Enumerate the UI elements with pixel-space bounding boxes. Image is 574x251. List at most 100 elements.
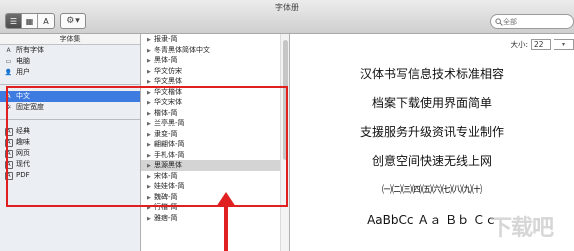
font-family-row[interactable]: ▶ 兰亭黑-简 <box>141 118 289 129</box>
collections-sidebar: 字体集 A 所有字体 ▭ 电脑 👤 用户 A 中文 ✲ 固定宽度 A 经典 A <box>0 34 141 251</box>
font-book-window: 字体册 ☰ ▦ A ⚙ ▾ 字体集 A 所有字体 ▭ 电脑 👤 <box>0 0 574 251</box>
collection-chinese[interactable]: A 中文 <box>0 91 140 102</box>
collection-web[interactable]: A 网页 <box>0 148 140 159</box>
font-family-row[interactable]: ▶ 报隶-简 <box>141 34 289 45</box>
font-family-label: 手札体-简 <box>154 150 185 159</box>
search-icon <box>495 17 503 26</box>
font-family-row[interactable]: ▶ 思源黑体 <box>141 160 289 171</box>
disclosure-triangle-icon[interactable]: ▶ <box>147 203 154 213</box>
size-control: 大小: 22 ▾ <box>510 39 574 50</box>
computer-icon: ▭ <box>5 58 12 65</box>
search-input[interactable] <box>503 17 563 26</box>
font-family-label: 黑体-简 <box>154 56 178 64</box>
font-family-row[interactable]: ▶ 手札体-简 <box>141 150 289 161</box>
preview-line: 支援服务升级资讯专业制作 <box>359 125 504 139</box>
disclosure-triangle-icon[interactable]: ▶ <box>147 214 154 224</box>
font-family-label: 兰亭黑-简 <box>154 119 185 127</box>
font-family-row[interactable]: ▶ 宋体-简 <box>141 171 289 182</box>
font-family-label: 华文宋体 <box>154 98 182 106</box>
disclosure-triangle-icon[interactable]: ▶ <box>147 77 154 87</box>
font-family-row[interactable]: ▶ 翩翩体-简 <box>141 139 289 150</box>
font-family-label: 思源黑体 <box>154 161 182 169</box>
collection-classic[interactable]: A 经典 <box>0 126 140 137</box>
font-family-row[interactable]: ▶ 华文黑体 <box>141 76 289 87</box>
watermark: 下载吧 <box>490 216 554 241</box>
disclosure-triangle-icon[interactable]: ▶ <box>147 67 154 77</box>
font-collection-icon: A <box>4 138 13 147</box>
collection-modern[interactable]: A 现代 <box>0 159 140 170</box>
font-family-row[interactable]: ▶ 冬青黑体简体中文 <box>141 45 289 56</box>
disclosure-triangle-icon[interactable]: ▶ <box>147 130 154 140</box>
disclosure-triangle-icon[interactable]: ▶ <box>147 182 154 192</box>
disclosure-triangle-icon[interactable]: ▶ <box>147 46 154 56</box>
search-field[interactable] <box>490 14 574 29</box>
font-family-label: 华文黑体 <box>154 77 182 85</box>
size-dropdown-button[interactable]: ▾ <box>554 39 574 50</box>
disclosure-triangle-icon[interactable]: ▶ <box>147 193 154 203</box>
font-family-row[interactable]: ▶ 雅痞-简 <box>141 213 289 224</box>
font-family-label: 翩翩体-简 <box>154 140 185 148</box>
preview-line: 档案下载使用界面简单 <box>371 96 492 110</box>
font-family-label: 华文仿宋 <box>154 66 182 75</box>
font-family-row[interactable]: ▶ 楷体-简 <box>141 108 289 119</box>
font-collection-icon: A <box>4 160 13 169</box>
font-family-label: 华文楷体 <box>154 87 182 96</box>
gear-small-icon: ✲ <box>5 104 12 111</box>
collection-fun[interactable]: A 趣味 <box>0 137 140 148</box>
font-family-row[interactable]: ▶ 华文楷体 <box>141 87 289 98</box>
preview-line: ㈠㈡㈢㈣㈤㈥㈦㈧㈨㈩ <box>382 185 482 196</box>
font-family-row[interactable]: ▶ 华文仿宋 <box>141 66 289 77</box>
font-family-row[interactable]: ▶ 行楷-简 <box>141 202 289 213</box>
font-family-label: 楷体-简 <box>154 108 178 117</box>
fonts-icon: A <box>6 47 11 54</box>
collection-label: 所有字体 <box>16 46 44 54</box>
disclosure-triangle-icon[interactable]: ▶ <box>147 151 154 161</box>
collection-label: 趣味 <box>16 138 30 146</box>
font-collection-icon: A <box>4 149 13 158</box>
font-family-row[interactable]: ▶ 娃娃体-简 <box>141 181 289 192</box>
view-mode-segmented-control[interactable]: ☰ ▦ A <box>5 13 55 29</box>
collection-label: PDF <box>16 171 30 179</box>
scrollbar-thumb[interactable] <box>283 40 288 160</box>
disclosure-triangle-icon[interactable]: ▶ <box>147 88 154 98</box>
collection-computer[interactable]: ▭ 电脑 <box>0 56 140 67</box>
collection-all-fonts[interactable]: A 所有字体 <box>0 45 140 56</box>
disclosure-triangle-icon[interactable]: ▶ <box>147 35 154 45</box>
collection-pdf[interactable]: A PDF <box>0 170 140 181</box>
font-family-row[interactable]: ▶ 隶变-简 <box>141 129 289 140</box>
list-view-button[interactable]: ☰ <box>6 14 22 28</box>
disclosure-triangle-icon[interactable]: ▶ <box>147 161 154 171</box>
title-bar: 字体册 ☰ ▦ A ⚙ ▾ <box>0 0 574 34</box>
disclosure-triangle-icon[interactable]: ▶ <box>147 140 154 150</box>
disclosure-triangle-icon[interactable]: ▶ <box>147 56 154 66</box>
user-icon: 👤 <box>4 69 13 76</box>
disclosure-triangle-icon[interactable]: ▶ <box>147 109 154 119</box>
font-family-row[interactable]: ▶ 黑体-简 <box>141 55 289 66</box>
disclosure-triangle-icon[interactable]: ▶ <box>147 98 154 108</box>
collection-label: 电脑 <box>16 57 30 65</box>
size-input[interactable]: 22 <box>531 39 551 50</box>
collection-label: 经典 <box>16 127 30 135</box>
font-collection-icon: A <box>4 127 13 136</box>
disclosure-triangle-icon[interactable]: ▶ <box>147 119 154 129</box>
font-family-label: 魏碑-简 <box>154 192 178 201</box>
font-family-label: 雅痞-简 <box>154 213 178 222</box>
font-family-label: 报隶-简 <box>154 35 178 43</box>
size-label: 大小: <box>510 40 528 49</box>
preview-line: 创意空间快速无线上网 <box>371 154 492 168</box>
collection-user[interactable]: 👤 用户 <box>0 67 140 78</box>
font-info-button[interactable]: A <box>38 14 54 28</box>
font-family-row[interactable]: ▶ 华文宋体 <box>141 97 289 108</box>
gear-icon: ⚙ <box>66 16 75 26</box>
font-family-label: 隶变-简 <box>154 129 178 138</box>
disclosure-triangle-icon[interactable]: ▶ <box>147 172 154 182</box>
action-menu-button[interactable]: ⚙ ▾ <box>60 13 86 29</box>
collection-label: 固定宽度 <box>16 103 44 111</box>
family-scrollbar[interactable] <box>280 34 289 251</box>
font-family-row[interactable]: ▶ 魏碑-简 <box>141 192 289 203</box>
font-family-label: 冬青黑体简体中文 <box>154 45 210 54</box>
grid-view-button[interactable]: ▦ <box>22 14 38 28</box>
collection-fixed-width[interactable]: ✲ 固定宽度 <box>0 102 140 113</box>
collections-header: 字体集 <box>0 34 140 45</box>
font-family-label: 娃娃体-简 <box>154 182 185 190</box>
